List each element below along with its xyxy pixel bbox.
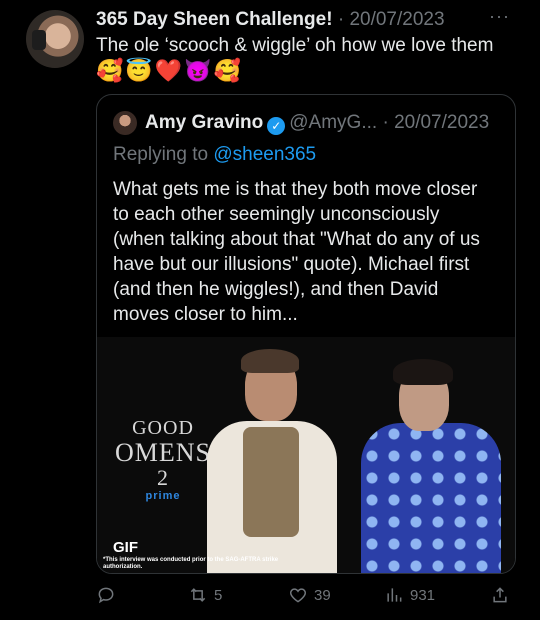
like-count: 39 (314, 586, 331, 604)
verified-badge-icon: ✓ (267, 117, 286, 135)
quote-text-line: (when talking about that "What do any of… (113, 229, 480, 250)
quote-text-line: have but our illusions" quote). Michael … (113, 254, 470, 275)
quote-text-line: What gets me is that they both move clos… (113, 179, 478, 200)
quote-author-name[interactable]: Amy Gravino (145, 112, 263, 133)
views-count: 931 (410, 586, 436, 604)
tweet-emojis: 🥰😇❤️😈🥰 (96, 58, 243, 83)
good-omens-logo: GOOD OMENS 2 prime (113, 417, 213, 503)
quote-author-avatar[interactable] (113, 111, 137, 135)
retweet-button[interactable]: 5 (188, 580, 222, 610)
tweet-date[interactable]: 20/07/2023 (349, 9, 444, 30)
reply-button[interactable] (96, 580, 122, 610)
more-options-icon[interactable]: ··· (489, 6, 510, 27)
quote-header: Amy Gravino ✓ @AmyG... · 20/07/2023 (145, 111, 489, 135)
quote-author-handle[interactable]: @AmyG... (289, 112, 377, 133)
retweet-count: 5 (214, 586, 223, 604)
heart-icon (289, 588, 307, 603)
separator-dot: · (337, 9, 350, 30)
share-button[interactable] (490, 580, 516, 610)
microphone-graphic (32, 30, 46, 50)
tweet-text: The ole ‘scooch & wiggle’ oh how we love… (96, 35, 494, 56)
retweet-icon (190, 588, 206, 602)
views-icon (387, 588, 402, 602)
gif-badge: GIF (113, 539, 138, 556)
tweet-header: 365 Day Sheen Challenge! · 20/07/2023 (96, 8, 445, 32)
author-name[interactable]: 365 Day Sheen Challenge! (96, 9, 333, 30)
quote-text-line: moves closer to him... (113, 304, 298, 325)
logo-line: OMENS (114, 438, 211, 467)
separator-dot: · (377, 112, 395, 133)
replying-to: Replying to @sheen365 (113, 143, 316, 167)
replying-prefix: Replying to (113, 144, 209, 165)
quoted-tweet[interactable]: Amy Gravino ✓ @AmyG... · 20/07/2023 Replyi… (96, 94, 516, 574)
logo-line: 2 (157, 465, 169, 490)
quote-text-line: to each other seemingly unconsciously (113, 204, 440, 225)
person-right-shirt (361, 423, 501, 573)
share-icon (493, 587, 507, 603)
logo-line: GOOD (132, 417, 194, 439)
quote-text-line: (and then he wiggles!), and then David (113, 279, 439, 300)
person-right-hair (393, 359, 453, 385)
person-left-tee (243, 427, 299, 537)
reply-icon (98, 587, 114, 604)
like-button[interactable]: 39 (288, 580, 331, 610)
prime-logo: prime (145, 490, 181, 502)
person-left-hair (241, 349, 299, 373)
replying-mention-link[interactable]: @sheen365 (213, 144, 316, 165)
action-bar: 5 39 931 (0, 580, 540, 610)
media-disclaimer: *This interview was conducted prior to t… (103, 557, 279, 570)
quote-text: What gets me is that they both move clos… (113, 177, 505, 327)
gif-media[interactable]: GOOD OMENS 2 prime GIF *This interview w… (97, 337, 515, 573)
quote-date[interactable]: 20/07/2023 (394, 112, 489, 133)
views-button[interactable]: 931 (384, 580, 435, 610)
author-avatar[interactable] (26, 10, 84, 68)
